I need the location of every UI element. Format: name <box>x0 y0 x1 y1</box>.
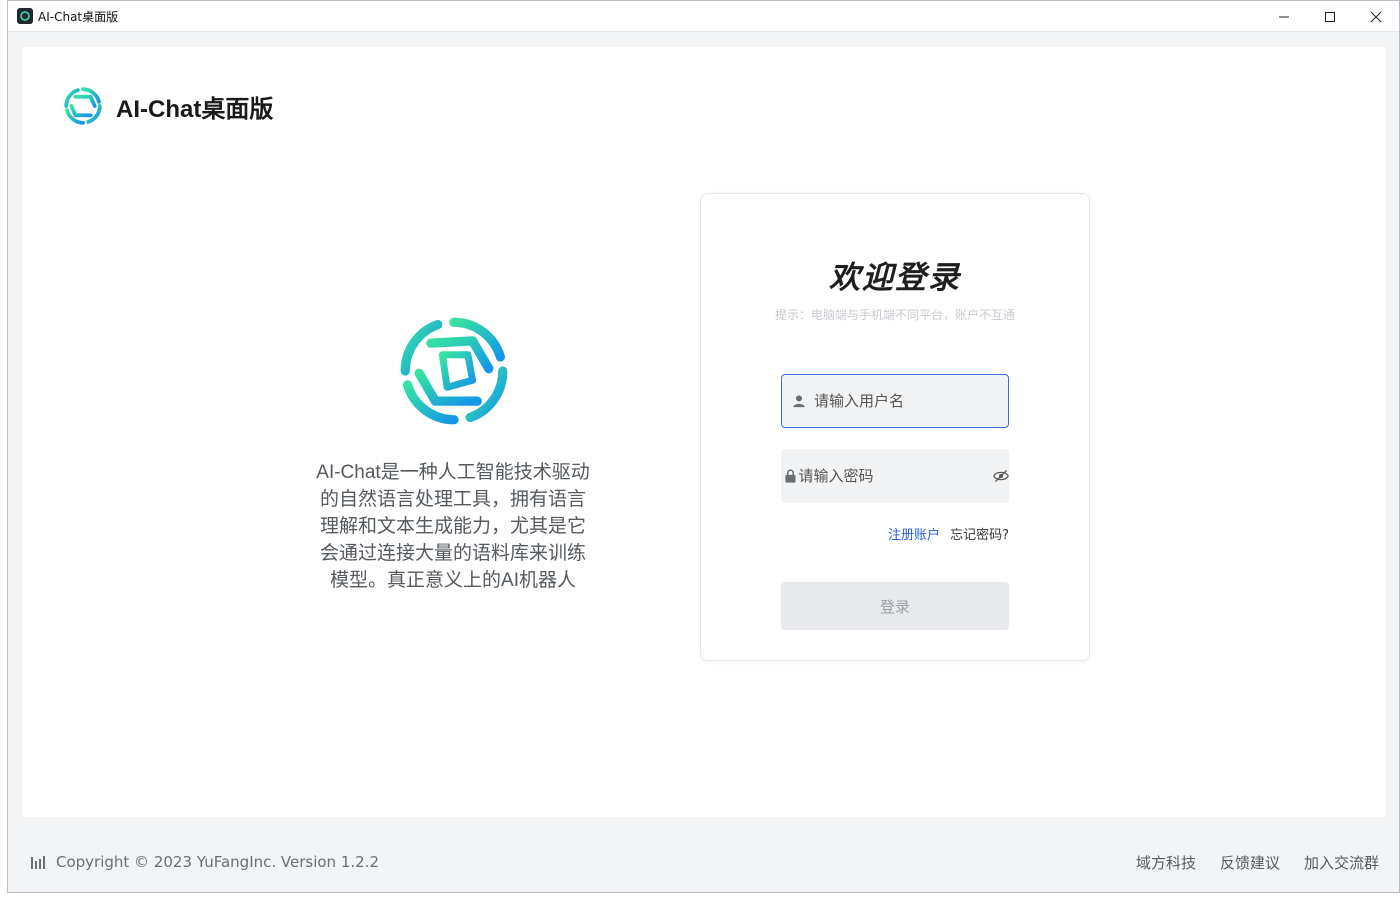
hero-logo-icon <box>396 313 512 433</box>
main-content: AI-Chat桌面版 AI-Chat是一种人工智能技术驱动的自然语言处理工具，拥… <box>22 47 1386 817</box>
user-icon <box>782 394 814 408</box>
eye-off-icon[interactable] <box>992 469 1009 483</box>
password-field[interactable] <box>781 449 1009 503</box>
app-description: AI-Chat是一种人工智能技术驱动的自然语言处理工具，拥有语言理解和文本生成能… <box>316 462 590 591</box>
bar-chart-icon <box>31 856 45 869</box>
footer-link-join-group[interactable]: 加入交流群 <box>1304 852 1379 873</box>
minimize-button[interactable] <box>1261 1 1307 32</box>
login-hint: 提示：电脑端与手机端不同平台，账户不互通 <box>774 308 1015 322</box>
title-bar[interactable]: AI-Chat桌面版 <box>8 1 1399 32</box>
brand-name: AI-Chat桌面版 <box>116 95 274 123</box>
app-window: AI-Chat桌面版 AI-Chat桌面版 AI-Chat是一种人工智能技术驱动… <box>7 0 1400 893</box>
footer: Copyright © 2023 YuFangInc. Version 1.2.… <box>8 841 1399 883</box>
footer-link-feedback[interactable]: 反馈建议 <box>1220 852 1280 873</box>
window-title: AI-Chat桌面版 <box>38 9 119 24</box>
username-field[interactable] <box>781 374 1009 428</box>
forgot-password-link[interactable]: 忘记密码? <box>950 528 1009 543</box>
close-button[interactable] <box>1353 1 1399 32</box>
login-button[interactable]: 登录 <box>781 582 1009 630</box>
username-input[interactable] <box>814 375 1008 427</box>
copyright: Copyright © 2023 YuFangInc. Version 1.2.… <box>30 853 379 871</box>
brand-header: AI-Chat桌面版 <box>62 85 273 127</box>
auth-links: 注册账户 忘记密码? <box>781 524 1009 543</box>
password-input[interactable] <box>798 449 993 503</box>
app-logo-icon <box>17 8 33 24</box>
window-controls <box>1261 1 1399 32</box>
copyright-text: Copyright © 2023 YuFangInc. Version 1.2.… <box>56 853 379 871</box>
login-title: 欢迎登录 <box>829 260 961 296</box>
brand-logo-icon <box>64 87 102 125</box>
lock-icon <box>781 469 798 483</box>
maximize-button[interactable] <box>1307 1 1353 32</box>
login-card: 欢迎登录 提示：电脑端与手机端不同平台，账户不互通 注册账户 忘记密码 <box>700 193 1090 661</box>
register-link[interactable]: 注册账户 <box>888 528 940 543</box>
footer-links: 域方科技 反馈建议 加入交流群 <box>1112 852 1379 873</box>
footer-link-company[interactable]: 域方科技 <box>1136 852 1196 873</box>
